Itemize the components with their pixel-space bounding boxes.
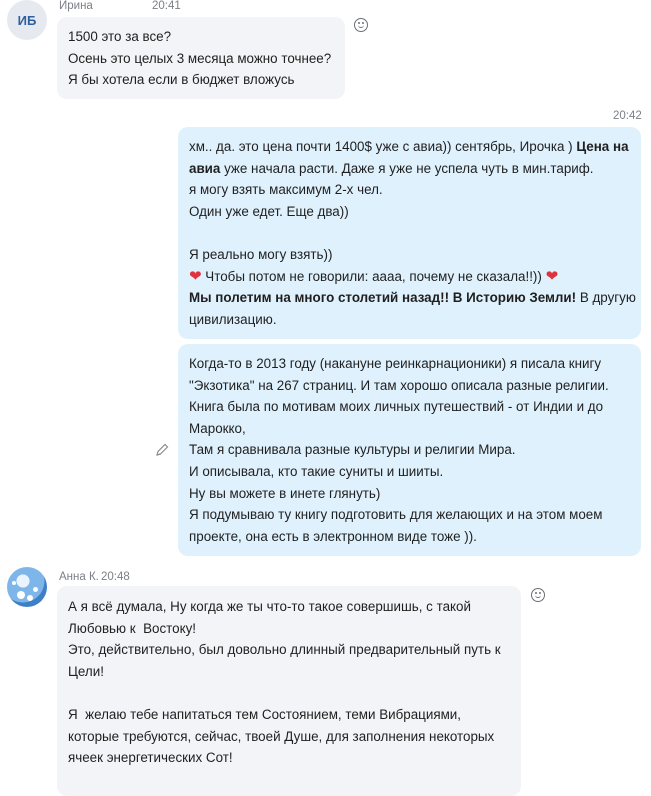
bold-text: Цена на [576, 139, 629, 154]
message-line: 1500 это за все? [68, 29, 172, 44]
react-smiley-icon[interactable] [531, 588, 545, 602]
message-line: Я желаю тебе напитаться тем Состоянием, … [68, 706, 461, 722]
bold-text: Мы полетим на много столетий назад!! В И… [189, 290, 577, 306]
avatar-initials: ИБ [17, 12, 37, 28]
message-line: Цели! [68, 663, 104, 679]
message-line: Там я сравнивала разные культуры и религ… [189, 442, 516, 458]
message-bubble-irina[interactable]: 1500 это за все? Осень это целых 3 месяц… [57, 17, 345, 99]
sender-name: Анна К. [59, 571, 99, 583]
edit-pencil-icon[interactable] [154, 442, 170, 463]
sender-name: Ирина [59, 0, 93, 12]
react-smiley-icon[interactable] [354, 18, 368, 32]
heart-emoji-icon: ❤ [545, 267, 559, 285]
message-line: хм.. да. это цена почти 1400$ уже с авиа… [189, 136, 636, 158]
message-line: Я подумываю ту книгу подготовить для жел… [189, 507, 603, 523]
message-line: которые требуются, сейчас, твоей Душе, д… [68, 728, 495, 744]
message-line: Я реально могу взять)) [189, 246, 333, 262]
message-line: цивилизацию. [189, 311, 277, 327]
text: Чтобы потом не говорили: аааа, почему не… [201, 268, 546, 284]
message-line: я могу взять максимум 2-х чел. [189, 182, 383, 198]
message-line: проекте, она есть в электронном виде тож… [189, 528, 477, 544]
message-bubble-outgoing[interactable]: Когда-то в 2013 году (накануне реинкарна… [178, 344, 641, 556]
text: уже начала расти. Даже я уже не успела ч… [220, 160, 594, 176]
message-line: ❤ Чтобы потом не говорили: аааа, почему … [189, 266, 636, 288]
message-line: Любовью к Востоку! [68, 620, 197, 636]
message-time: 20:41 [152, 0, 181, 12]
message-time: 20:42 [613, 110, 642, 122]
message-line: Я бы хотела если в бюджет вложусь [68, 72, 295, 88]
avatar-anna[interactable] [7, 567, 47, 607]
message-line: Книга была по мотивам моих личных путеше… [189, 399, 604, 415]
empty-line [189, 222, 636, 244]
avatar-irina[interactable]: ИБ [7, 0, 47, 40]
text: В другую [576, 290, 636, 306]
message-line: Когда-то в 2013 году (накануне реинкарна… [189, 356, 602, 371]
heart-emoji-icon: ❤ [189, 267, 202, 285]
message-line: А я всё думала, Ну когда же ты что-то та… [68, 599, 471, 614]
message-line: Это, действительно, был довольно длинный… [68, 642, 501, 658]
bold-text: авиа [189, 160, 221, 176]
message-line: Ну вы можете в инете глянуть) [189, 485, 381, 501]
message-line: Мы полетим на много столетий назад!! В И… [189, 287, 636, 309]
message-bubble-outgoing[interactable]: хм.. да. это цена почти 1400$ уже с авиа… [178, 127, 641, 339]
message-time: 20:48 [101, 571, 130, 583]
empty-line [68, 682, 501, 704]
message-line: И описывала, кто такие суниты и шииты. [189, 463, 444, 479]
message-line: ячеек энергетических Сот! [68, 750, 233, 766]
message-line: Марокко, [189, 420, 246, 436]
message-line: Осень это целых 3 месяца можно точнее? [68, 50, 332, 66]
text: хм.. да. это цена почти 1400$ уже с авиа… [189, 139, 577, 154]
message-line: авиа уже начала расти. Даже я уже не усп… [189, 158, 636, 180]
message-bubble-anna[interactable]: А я всё думала, Ну когда же ты что-то та… [57, 586, 521, 796]
message-line: "Экзотика" на 267 страниц. И там хорошо … [189, 377, 609, 393]
message-line: Один уже едет. Еще два)) [189, 203, 349, 219]
